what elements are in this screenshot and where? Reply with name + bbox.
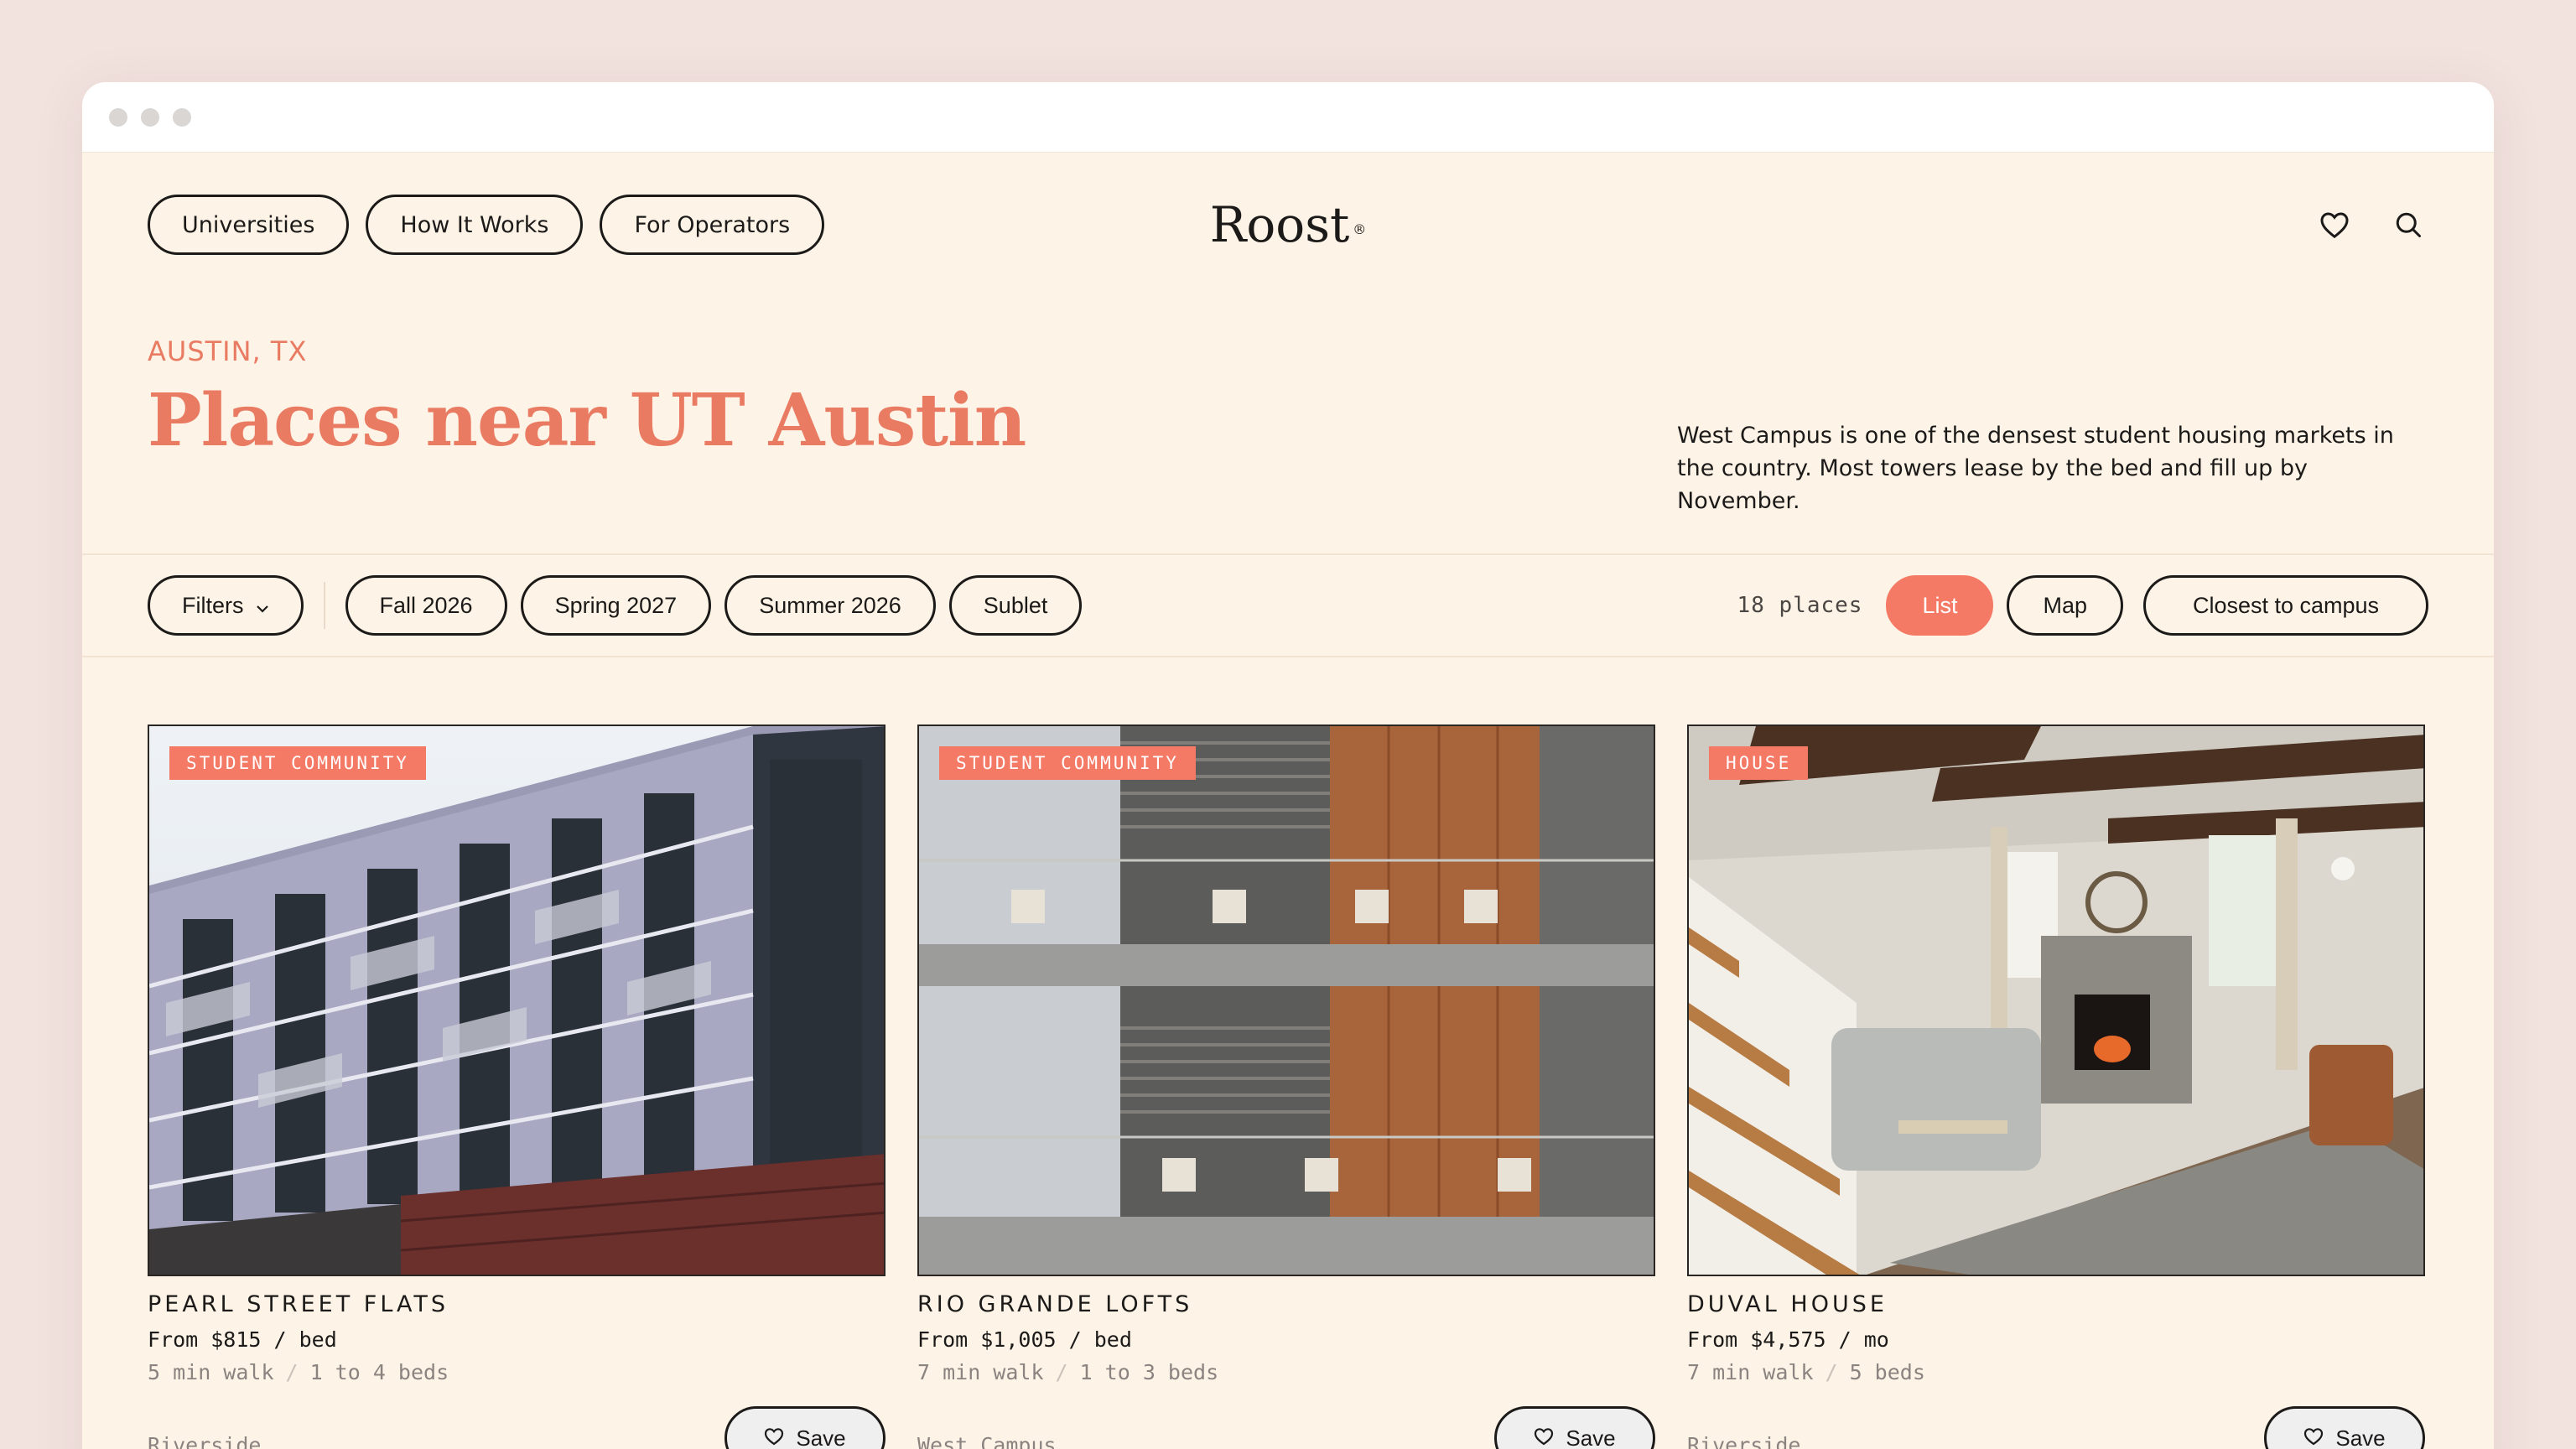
page-title: Places near UT Austin xyxy=(148,378,1026,463)
building-photo xyxy=(919,726,1654,1275)
listing-footer: Riverside Save xyxy=(148,1406,886,1449)
listing-walk-time: 7 min walk xyxy=(1687,1360,1814,1384)
logo-registered-mark: ® xyxy=(1353,221,1367,237)
term-fall-2026[interactable]: Fall 2026 xyxy=(345,575,507,636)
list-view-toggle[interactable]: List xyxy=(1886,575,1994,636)
save-label: Save xyxy=(1566,1425,1616,1449)
search-icon[interactable] xyxy=(2393,210,2423,240)
term-spring-2027[interactable]: Spring 2027 xyxy=(520,575,712,636)
site-header: Universities How It Works For Operators … xyxy=(148,195,2428,255)
filters-button[interactable]: Filters xyxy=(148,575,304,636)
listing-neighborhood: Riverside xyxy=(1687,1433,1801,1449)
listing-type-badge: STUDENT COMMUNITY xyxy=(939,746,1196,780)
listing-price: From $4,575 / mo xyxy=(1687,1327,1889,1352)
save-button[interactable]: Save xyxy=(724,1406,886,1449)
meta-separator: / xyxy=(1055,1360,1068,1384)
listing-card[interactable]: STUDENT COMMUNITY xyxy=(148,724,886,1449)
listing-beds: 5 beds xyxy=(1849,1360,1925,1384)
listing-meta: 7 min walk / 1 to 3 beds xyxy=(917,1360,1655,1384)
filters-label: Filters xyxy=(182,592,244,618)
listing-meta: 7 min walk / 5 beds xyxy=(1687,1360,2425,1384)
map-view-toggle[interactable]: Map xyxy=(2007,575,2123,636)
heart-icon xyxy=(2303,1426,2324,1449)
site-logo[interactable]: Roost ® xyxy=(1210,195,1367,255)
listing-beds: 1 to 3 beds xyxy=(1079,1360,1219,1384)
view-controls: 18 places List Map Closest to campus xyxy=(1737,575,2428,636)
window-titlebar xyxy=(82,82,2494,153)
listing-beds: 1 to 4 beds xyxy=(309,1360,449,1384)
chevron-down-icon xyxy=(256,593,269,619)
save-label: Save xyxy=(2335,1425,2386,1449)
term-summer-2026[interactable]: Summer 2026 xyxy=(724,575,936,636)
listing-photo-duval-house[interactable]: HOUSE xyxy=(1687,724,2425,1276)
listing-neighborhood: Riverside xyxy=(148,1433,262,1449)
window-minimize-dot[interactable] xyxy=(141,107,159,127)
listing-type-badge: HOUSE xyxy=(1709,746,1809,780)
heart-icon xyxy=(764,1426,784,1449)
nav-universities[interactable]: Universities xyxy=(148,195,350,255)
listing-photo-pearl-street-flats[interactable]: STUDENT COMMUNITY xyxy=(148,724,886,1276)
header-actions xyxy=(2319,195,2428,255)
meta-separator: / xyxy=(285,1360,299,1384)
save-button[interactable]: Save xyxy=(1494,1406,1655,1449)
listing-neighborhood: West Campus xyxy=(917,1433,1057,1449)
window-zoom-dot[interactable] xyxy=(173,107,191,127)
listing-card[interactable]: STUDENT COMMUNITY xyxy=(917,724,1655,1449)
term-sublet[interactable]: Sublet xyxy=(948,575,1083,636)
heart-icon xyxy=(1534,1426,1554,1449)
filter-divider xyxy=(323,582,325,629)
save-button[interactable]: Save xyxy=(2264,1406,2425,1449)
nav-how-it-works[interactable]: How It Works xyxy=(366,195,584,255)
listing-grid: STUDENT COMMUNITY PEARL STREET FLATS Fro… xyxy=(148,724,2428,1449)
listing-price: From $1,005 / bed xyxy=(917,1327,1132,1352)
window-close-dot[interactable] xyxy=(109,107,127,127)
listing-type-badge: STUDENT COMMUNITY xyxy=(169,746,426,780)
interior-photo xyxy=(1689,726,2423,1275)
filter-group: Filters Fall 2026 Spring 2027 Summer 202… xyxy=(148,575,1095,636)
listing-name[interactable]: RIO GRANDE LOFTS xyxy=(917,1291,1655,1317)
building-photo xyxy=(149,726,884,1275)
listing-footer: Riverside Save xyxy=(1687,1406,2425,1449)
listing-name[interactable]: DUVAL HOUSE xyxy=(1687,1291,2425,1317)
intro-paragraph: West Campus is one of the densest studen… xyxy=(1677,423,2394,514)
logo-text: Roost xyxy=(1209,196,1350,253)
meta-separator: / xyxy=(1825,1360,1838,1384)
listing-footer: West Campus Save xyxy=(917,1406,1655,1449)
nav-for-operators[interactable]: For Operators xyxy=(600,195,825,255)
heart-icon[interactable] xyxy=(2319,210,2350,239)
listing-walk-time: 5 min walk xyxy=(148,1360,274,1384)
save-label: Save xyxy=(796,1425,846,1449)
listing-price: From $815 / bed xyxy=(148,1327,337,1352)
listing-card[interactable]: HOUSE DUVAL HOUSE From $4,575 / mo 7 min… xyxy=(1687,724,2425,1449)
location-eyebrow: AUSTIN, TX xyxy=(148,335,308,367)
listing-meta: 5 min walk / 1 to 4 beds xyxy=(148,1360,886,1384)
listing-name[interactable]: PEARL STREET FLATS xyxy=(148,1291,886,1317)
sort-select[interactable]: Closest to campus xyxy=(2143,575,2428,636)
filter-bar: Filters Fall 2026 Spring 2027 Summer 202… xyxy=(82,553,2494,657)
browser-window: Universities How It Works For Operators … xyxy=(82,82,2494,1449)
listing-photo-rio-grande-lofts[interactable]: STUDENT COMMUNITY xyxy=(917,724,1655,1276)
results-count: 18 places xyxy=(1737,593,1863,618)
listing-walk-time: 7 min walk xyxy=(917,1360,1044,1384)
